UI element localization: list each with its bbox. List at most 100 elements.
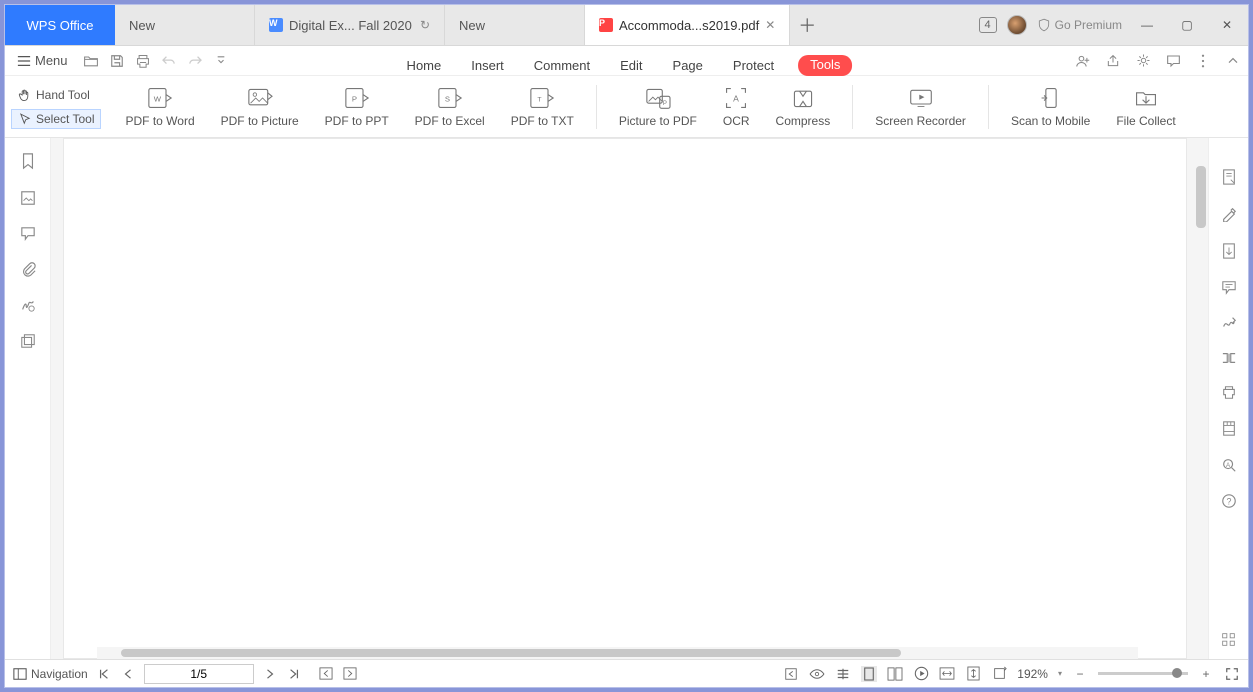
next-view-button[interactable] xyxy=(342,666,358,682)
window-count-badge[interactable]: 4 xyxy=(979,17,997,33)
tool-label: PDF to Word xyxy=(125,114,194,128)
ribbon-tab-protect[interactable]: Protect xyxy=(727,55,780,76)
hand-tool-label: Hand Tool xyxy=(36,88,90,102)
first-page-button[interactable] xyxy=(96,666,112,682)
file-collect-button[interactable]: File Collect xyxy=(1106,86,1185,128)
zoom-handle[interactable] xyxy=(1172,668,1182,678)
compress-button[interactable]: Compress xyxy=(766,86,841,128)
convert-icon[interactable] xyxy=(1221,242,1237,260)
select-tool-button[interactable]: Select Tool xyxy=(11,109,101,129)
annotation-icon[interactable] xyxy=(1221,280,1237,295)
tab-refresh-icon[interactable]: ↻ xyxy=(420,18,430,32)
pdf-to-excel-button[interactable]: S PDF to Excel xyxy=(405,86,495,128)
split-icon[interactable] xyxy=(1221,351,1237,365)
reflow-icon[interactable] xyxy=(783,666,799,682)
avatar[interactable] xyxy=(1007,15,1027,35)
help-icon[interactable]: ? xyxy=(1221,493,1237,509)
signature-panel-icon[interactable] xyxy=(20,297,36,313)
open-icon[interactable] xyxy=(82,52,100,70)
close-window-button[interactable]: ✕ xyxy=(1212,5,1242,46)
maximize-button[interactable]: ▢ xyxy=(1172,5,1202,46)
ribbon-tab-comment[interactable]: Comment xyxy=(528,55,596,76)
ocr-button[interactable]: A OCR xyxy=(713,86,760,128)
extract-icon[interactable] xyxy=(1221,420,1237,437)
zoom-slider[interactable] xyxy=(1098,672,1188,675)
collapse-ribbon-icon[interactable] xyxy=(1224,52,1242,70)
edit-text-icon[interactable] xyxy=(1221,206,1237,222)
fit-width-icon[interactable] xyxy=(939,666,955,682)
screen-recorder-button[interactable]: Screen Recorder xyxy=(865,86,976,128)
bookmark-icon[interactable] xyxy=(20,152,36,170)
tool-label: File Collect xyxy=(1116,114,1175,128)
ribbon-tab-page[interactable]: Page xyxy=(667,55,709,76)
separator xyxy=(596,85,597,129)
menu-label: Menu xyxy=(35,53,68,68)
redo-icon[interactable] xyxy=(186,52,204,70)
comment-panel-icon[interactable] xyxy=(20,226,36,241)
print-icon[interactable] xyxy=(134,52,152,70)
print-panel-icon[interactable] xyxy=(1221,385,1237,400)
undo-icon[interactable] xyxy=(160,52,178,70)
sign-icon[interactable] xyxy=(1221,315,1237,331)
go-premium-button[interactable]: Go Premium xyxy=(1037,18,1122,32)
edit-page-icon[interactable] xyxy=(1221,168,1237,186)
app-badge[interactable]: WPS Office xyxy=(5,5,115,45)
thumbnail-icon[interactable] xyxy=(20,190,36,206)
menu-button[interactable]: Menu xyxy=(11,51,74,70)
ribbon-tab-edit[interactable]: Edit xyxy=(614,55,648,76)
chat-icon[interactable] xyxy=(1164,52,1182,70)
close-icon[interactable]: ✕ xyxy=(765,18,775,32)
vertical-scrollbar[interactable] xyxy=(1194,138,1208,659)
single-page-icon[interactable] xyxy=(861,666,877,682)
separator xyxy=(852,85,853,129)
ribbon-tab-insert[interactable]: Insert xyxy=(465,55,510,76)
rotate-icon[interactable] xyxy=(991,666,1007,682)
share-icon[interactable] xyxy=(1104,52,1122,70)
two-page-icon[interactable] xyxy=(887,666,903,682)
add-user-icon[interactable] xyxy=(1074,52,1092,70)
hscroll-thumb[interactable] xyxy=(121,649,901,657)
page-input[interactable] xyxy=(144,664,254,684)
qat-dropdown-icon[interactable] xyxy=(212,52,230,70)
document-viewport[interactable] xyxy=(51,138,1194,659)
tab-doc-accommoda[interactable]: P Accommoda...s2019.pdf ✕ xyxy=(585,5,790,45)
vscroll-thumb[interactable] xyxy=(1196,166,1206,228)
ribbon-tab-tools[interactable]: Tools xyxy=(798,55,852,76)
right-rail: A ? xyxy=(1208,138,1248,659)
zoom-out-button[interactable]: − xyxy=(1072,666,1088,682)
tab-new-1[interactable]: New xyxy=(115,5,255,45)
zoom-in-button[interactable]: + xyxy=(1198,666,1214,682)
fit-page-icon[interactable] xyxy=(965,666,981,682)
next-page-button[interactable] xyxy=(262,666,278,682)
ribbon-tab-home[interactable]: Home xyxy=(401,55,448,76)
tab-new-2[interactable]: New xyxy=(445,5,585,45)
fullscreen-button[interactable] xyxy=(1224,666,1240,682)
hand-tool-button[interactable]: Hand Tool xyxy=(11,85,101,105)
continuous-icon[interactable] xyxy=(835,666,851,682)
horizontal-scrollbar[interactable] xyxy=(97,647,1138,659)
save-icon[interactable] xyxy=(108,52,126,70)
zoom-value[interactable]: 192% xyxy=(1017,667,1048,681)
tab-doc-digital[interactable]: W Digital Ex... Fall 2020 ↻ xyxy=(255,5,445,45)
settings-icon[interactable] xyxy=(1134,52,1152,70)
pdf-to-word-button[interactable]: W PDF to Word xyxy=(115,86,204,128)
find-icon[interactable]: A xyxy=(1221,457,1237,473)
pdf-to-txt-button[interactable]: T PDF to TXT xyxy=(501,86,584,128)
eye-icon[interactable] xyxy=(809,666,825,682)
new-tab-button[interactable]: ＋ xyxy=(790,5,824,45)
zoom-dropdown-icon[interactable]: ▾ xyxy=(1058,669,1062,678)
pdf-to-ppt-button[interactable]: P PDF to PPT xyxy=(315,86,399,128)
picture-to-pdf-button[interactable]: P Picture to PDF xyxy=(609,86,707,128)
last-page-button[interactable] xyxy=(286,666,302,682)
navigation-toggle[interactable]: Navigation xyxy=(13,667,88,681)
apps-icon[interactable] xyxy=(1221,632,1236,647)
scan-to-mobile-button[interactable]: Scan to Mobile xyxy=(1001,86,1100,128)
prev-page-button[interactable] xyxy=(120,666,136,682)
attachment-icon[interactable] xyxy=(20,261,36,277)
prev-view-button[interactable] xyxy=(318,666,334,682)
pdf-to-picture-button[interactable]: PDF to Picture xyxy=(211,86,309,128)
layers-icon[interactable] xyxy=(20,333,36,349)
more-icon[interactable] xyxy=(1194,52,1212,70)
play-icon[interactable] xyxy=(913,666,929,682)
minimize-button[interactable]: — xyxy=(1132,5,1162,46)
